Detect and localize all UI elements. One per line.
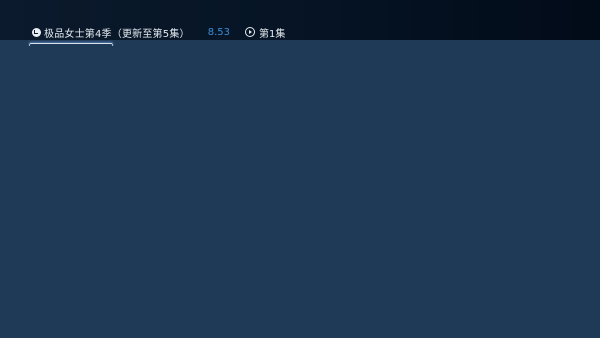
playback-info-row[interactable]: 极品女士第4季（更新至第5集） 8.53 第1集 [32,24,285,40]
content-area [0,46,600,338]
episode-label: 第1集 [259,28,286,40]
rating-score: 8.53 [207,26,230,38]
history-icon [32,27,41,37]
play-circle-icon [245,27,255,37]
show-title: 极品女士第4季（更新至第5集） [44,28,190,40]
player-screen: 极品女士第4季（更新至第5集） 8.53 第1集 [0,0,600,338]
